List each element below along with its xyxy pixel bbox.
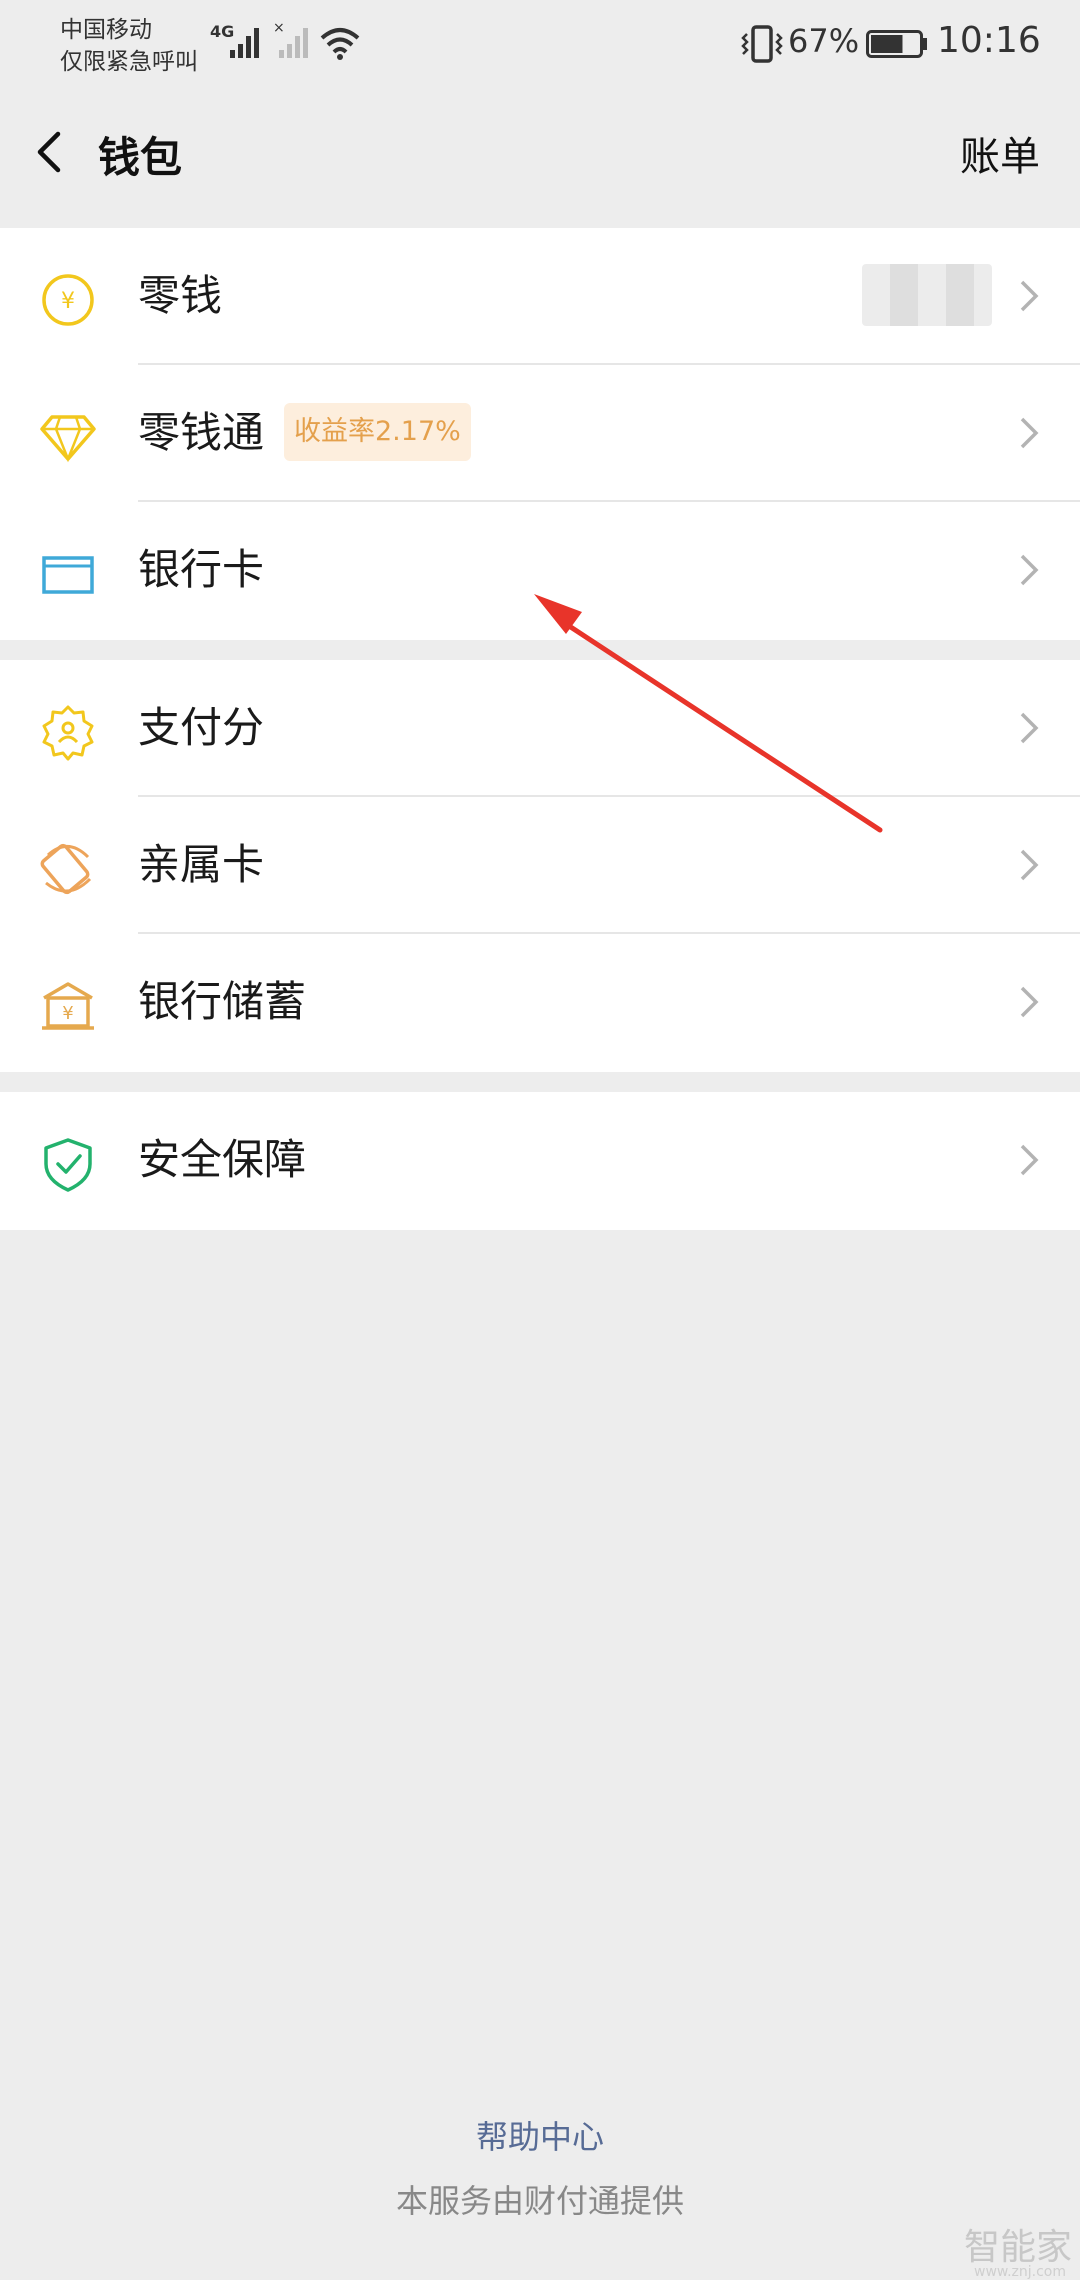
bill-button[interactable]: 账单 [960, 124, 1040, 182]
list-item-payscore[interactable]: 支付分 [0, 660, 1080, 797]
yield-badge: 收益率2.17% [284, 403, 471, 461]
cell-signal-no-sim-icon: × [273, 22, 308, 58]
shield-check-icon [44, 1138, 92, 1192]
watermark-url: www.znj.com [974, 2264, 1066, 2280]
battery-icon [866, 30, 927, 58]
emergency-only-text: 仅限紧急呼叫 [60, 49, 198, 75]
chevron-right-icon [1020, 1144, 1039, 1176]
list-item-label: 亲属卡 [138, 840, 265, 889]
yuan-coin-icon: ¥ [42, 274, 94, 326]
svg-text:×: × [273, 22, 285, 36]
chevron-right-icon [1020, 849, 1039, 881]
carrier-name: 中国移动 [60, 17, 152, 43]
list-item-label: 支付分 [138, 703, 265, 752]
svg-text:¥: ¥ [61, 289, 75, 314]
svg-text:¥: ¥ [62, 1003, 73, 1024]
page-title: 钱包 [98, 133, 183, 182]
carrier-info: 中国移动 仅限紧急呼叫 [60, 14, 198, 78]
balance-value-blurred [862, 264, 992, 326]
list-item-lingqiantong[interactable]: 零钱通 收益率2.17% [0, 365, 1080, 502]
help-center-link[interactable]: 帮助中心 [0, 2112, 1080, 2158]
cell-signal-icon [230, 28, 259, 58]
list-item-label: 银行储蓄 [138, 977, 307, 1026]
chevron-right-icon [1020, 554, 1039, 586]
diamond-icon [40, 415, 96, 463]
family-card-icon [40, 843, 92, 895]
vibrate-icon [741, 25, 783, 63]
wifi-icon [320, 28, 360, 60]
list-item-label: 零钱 [138, 271, 223, 320]
chevron-left-icon[interactable] [30, 122, 70, 182]
chevron-right-icon [1020, 712, 1039, 744]
list-item-label: 安全保障 [138, 1135, 307, 1184]
bank-savings-icon: ¥ [42, 982, 94, 1030]
service-provider-text: 本服务由财付通提供 [395, 2182, 684, 2220]
chevron-right-icon [1020, 986, 1039, 1018]
nav-bar: 钱包 账单 [0, 92, 1080, 226]
wallet-group-balance: ¥ 零钱 零钱通 收益率2.17% 银行卡 [0, 228, 1080, 640]
list-item-label: 银行卡 [138, 545, 265, 594]
chevron-right-icon [1020, 417, 1039, 449]
list-item-family-card[interactable]: 亲属卡 [0, 797, 1080, 934]
watermark-logo: 智能家 [963, 2227, 1072, 2268]
wallet-group-services: 支付分 亲属卡 ¥ 银行储蓄 [0, 660, 1080, 1072]
battery-percent: 67% [788, 22, 860, 60]
list-item-bank-card[interactable]: 银行卡 [0, 502, 1080, 639]
list-item-bank-savings[interactable]: ¥ 银行储蓄 [0, 934, 1080, 1071]
list-item-change[interactable]: ¥ 零钱 [0, 228, 1080, 365]
bank-card-icon [42, 556, 94, 594]
chevron-right-icon [1020, 280, 1039, 312]
list-item-security[interactable]: 安全保障 [0, 1092, 1080, 1229]
list-item-label: 零钱通 [138, 408, 265, 457]
clock: 10:16 [937, 20, 1041, 61]
status-bar: 中国移动 仅限紧急呼叫 4G × 67% 10:16 [0, 0, 1080, 90]
payscore-badge-icon [42, 705, 94, 761]
wallet-group-security: 安全保障 [0, 1092, 1080, 1230]
